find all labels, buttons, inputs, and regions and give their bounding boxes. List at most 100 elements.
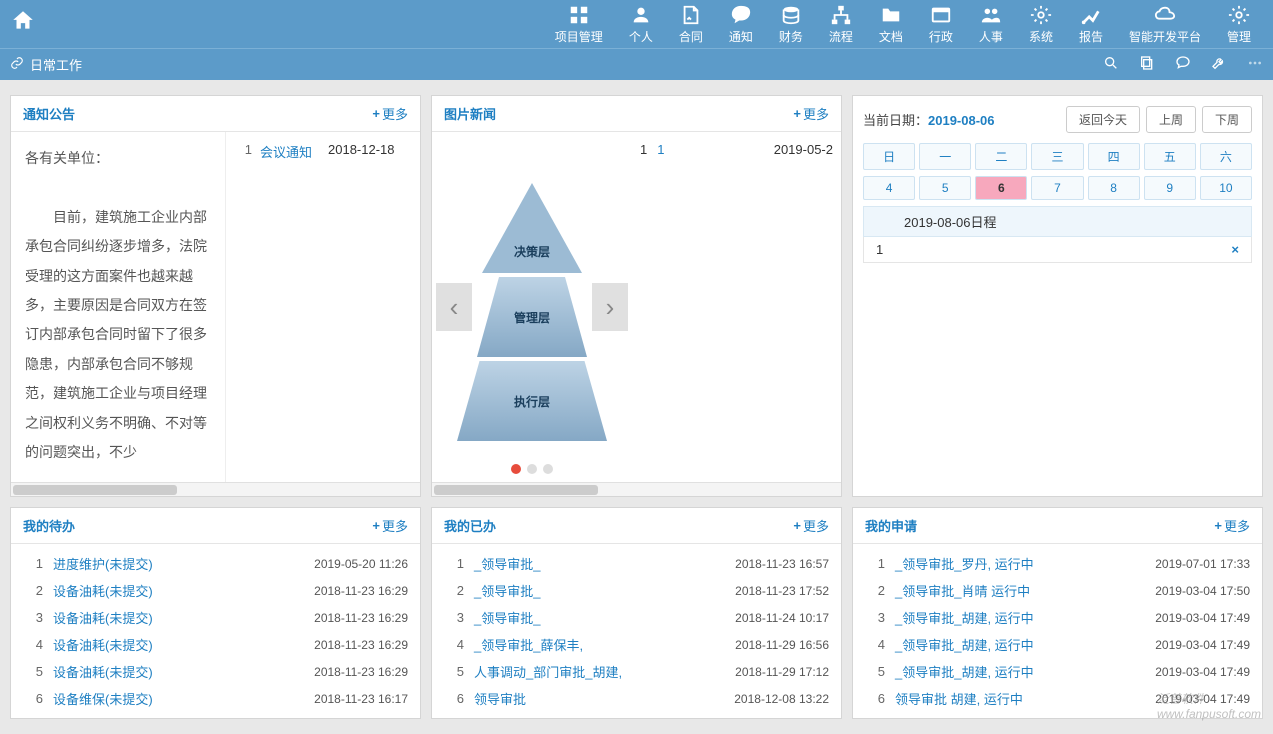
nav-report[interactable]: 报告 <box>1067 2 1115 47</box>
nav-process[interactable]: 流程 <box>817 2 865 47</box>
weekday-row: 日一二三四五六 <box>863 143 1252 170</box>
list-item[interactable]: 3_领导审批_胡建, 运行中2019-03-04 17:49 <box>865 604 1250 631</box>
panel-todo-title: 我的待办 <box>23 516 75 535</box>
done-list: 1_领导审批_2018-11-23 16:572_领导审批_2018-11-23… <box>432 544 841 718</box>
weekday-cell[interactable]: 日 <box>863 143 915 170</box>
panel-notice-title: 通知公告 <box>23 104 75 123</box>
daynum-cell[interactable]: 7 <box>1031 176 1083 200</box>
content-grid: 通知公告 更多 各有关单位： 目前，建筑施工企业内部承包合同纠纷逐步增多，法院受… <box>0 80 1273 734</box>
list-item[interactable]: 5_领导审批_胡建, 运行中2019-03-04 17:49 <box>865 658 1250 685</box>
weekday-cell[interactable]: 四 <box>1088 143 1140 170</box>
list-item[interactable]: 2_领导审批_2018-11-23 17:52 <box>444 577 829 604</box>
notice-content: 各有关单位： 目前，建筑施工企业内部承包合同纠纷逐步增多，法院受理的这方面案件也… <box>11 132 225 482</box>
link-icon <box>10 56 24 73</box>
panel-apply: 我的申请 更多 1_领导审批_罗丹, 运行中2019-07-01 17:332_… <box>852 507 1263 719</box>
top-nav: 项目管理 个人 合同 通知 财务 流程 文档 行政 人事 系统 报告 智能开发平… <box>543 2 1263 47</box>
panel-notice-more[interactable]: 更多 <box>372 104 408 123</box>
news-scrollbar[interactable] <box>432 482 841 496</box>
nav-document[interactable]: 文档 <box>867 2 915 47</box>
list-item[interactable]: 6设备维保(未提交)2018-11-23 16:17 <box>23 685 408 712</box>
btn-prev-week[interactable]: 上周 <box>1146 106 1196 133</box>
carousel-dot[interactable] <box>511 464 521 474</box>
panel-todo-more[interactable]: 更多 <box>372 516 408 535</box>
list-item[interactable]: 4_领导审批_薛保丰,2018-11-29 16:56 <box>444 631 829 658</box>
current-date: 当前日期：2019-08-06 <box>863 110 995 129</box>
sub-header: 日常工作 <box>0 48 1273 80</box>
list-item[interactable]: 1_领导审批_罗丹, 运行中2019-07-01 17:33 <box>865 550 1250 577</box>
panel-news-more[interactable]: 更多 <box>793 104 829 123</box>
nav-contract[interactable]: 合同 <box>667 2 715 47</box>
panel-schedule: 当前日期：2019-08-06 返回今天 上周 下周 日一二三四五六 45678… <box>852 95 1263 497</box>
panel-news-title: 图片新闻 <box>444 104 496 123</box>
list-item[interactable]: 1进度维护(未提交)2019-05-20 11:26 <box>23 550 408 577</box>
weekday-cell[interactable]: 一 <box>919 143 971 170</box>
list-item[interactable]: 6领导审批 胡建, 运行中2019-03-04 17:49 <box>865 685 1250 712</box>
schedule-heading: 2019-08-06日程 <box>863 206 1252 237</box>
panel-done-more[interactable]: 更多 <box>793 516 829 535</box>
nav-notice[interactable]: 通知 <box>717 2 765 47</box>
more-icon[interactable] <box>1247 55 1263 74</box>
sub-title: 日常工作 <box>30 55 82 74</box>
notice-scrollbar[interactable] <box>11 482 420 496</box>
list-item[interactable]: 5设备油耗(未提交)2018-11-23 16:29 <box>23 658 408 685</box>
btn-today[interactable]: 返回今天 <box>1066 106 1140 133</box>
nav-manage[interactable]: 管理 <box>1215 2 1263 47</box>
list-item[interactable]: 4设备油耗(未提交)2018-11-23 16:29 <box>23 631 408 658</box>
carousel-prev-icon[interactable]: ‹ <box>436 283 472 331</box>
tool-icon[interactable] <box>1211 55 1227 74</box>
list-item[interactable]: 4_领导审批_胡建, 运行中2019-03-04 17:49 <box>865 631 1250 658</box>
news-carousel: ‹ 决策层 管理层 执行层 › <box>432 132 632 482</box>
daynum-cell[interactable]: 5 <box>919 176 971 200</box>
list-item[interactable]: 2_领导审批_肖晴 运行中2019-03-04 17:50 <box>865 577 1250 604</box>
list-item[interactable]: 2设备油耗(未提交)2018-11-23 16:29 <box>23 577 408 604</box>
carousel-next-icon[interactable]: › <box>592 283 628 331</box>
nav-system[interactable]: 系统 <box>1017 2 1065 47</box>
nav-devplatform[interactable]: 智能开发平台 <box>1117 2 1213 47</box>
news-row[interactable]: 1 1 2019-05-2 <box>640 140 833 159</box>
close-icon[interactable]: × <box>1231 242 1239 257</box>
weekday-cell[interactable]: 三 <box>1031 143 1083 170</box>
carousel-dot[interactable] <box>527 464 537 474</box>
search-icon[interactable] <box>1103 55 1119 74</box>
nav-project[interactable]: 项目管理 <box>543 2 615 47</box>
pyramid-image: 决策层 管理层 执行层 <box>457 183 607 441</box>
news-side-list: 1 1 2019-05-2 <box>632 132 841 482</box>
weekday-cell[interactable]: 五 <box>1144 143 1196 170</box>
daynum-cell[interactable]: 4 <box>863 176 915 200</box>
panel-apply-more[interactable]: 更多 <box>1214 516 1250 535</box>
list-item[interactable]: 6领导审批2018-12-08 13:22 <box>444 685 829 712</box>
list-item[interactable]: 1_领导审批_2018-11-23 16:57 <box>444 550 829 577</box>
panel-apply-title: 我的申请 <box>865 516 917 535</box>
daynum-row: 45678910 <box>863 176 1252 200</box>
panel-news: 图片新闻 更多 ‹ 决策层 管理层 执行层 › 1 <box>431 95 842 497</box>
list-item[interactable]: 3设备油耗(未提交)2018-11-23 16:29 <box>23 604 408 631</box>
list-item[interactable]: 5人事调动_部门审批_胡建,2018-11-29 17:12 <box>444 658 829 685</box>
copy-icon[interactable] <box>1139 55 1155 74</box>
panel-notice: 通知公告 更多 各有关单位： 目前，建筑施工企业内部承包合同纠纷逐步增多，法院受… <box>10 95 421 497</box>
weekday-cell[interactable]: 二 <box>975 143 1027 170</box>
weekday-cell[interactable]: 六 <box>1200 143 1252 170</box>
daynum-cell[interactable]: 6 <box>975 176 1027 200</box>
nav-hr[interactable]: 人事 <box>967 2 1015 47</box>
nav-admin[interactable]: 行政 <box>917 2 965 47</box>
home-icon[interactable] <box>10 8 36 41</box>
panel-todo: 我的待办 更多 1进度维护(未提交)2019-05-20 11:262设备油耗(… <box>10 507 421 719</box>
chat-icon[interactable] <box>1175 55 1191 74</box>
carousel-dot[interactable] <box>543 464 553 474</box>
main-header: 项目管理 个人 合同 通知 财务 流程 文档 行政 人事 系统 报告 智能开发平… <box>0 0 1273 48</box>
list-item[interactable]: 3_领导审批_2018-11-24 10:17 <box>444 604 829 631</box>
notice-side-list: 1 会议通知 2018-12-18 <box>225 132 420 482</box>
daynum-cell[interactable]: 9 <box>1144 176 1196 200</box>
panel-done: 我的已办 更多 1_领导审批_2018-11-23 16:572_领导审批_20… <box>431 507 842 719</box>
nav-personal[interactable]: 个人 <box>617 2 665 47</box>
panel-done-title: 我的已办 <box>444 516 496 535</box>
btn-next-week[interactable]: 下周 <box>1202 106 1252 133</box>
carousel-dots <box>511 464 553 474</box>
nav-finance[interactable]: 财务 <box>767 2 815 47</box>
notice-row[interactable]: 1 会议通知 2018-12-18 <box>234 140 412 163</box>
schedule-row[interactable]: 1 × <box>863 237 1252 263</box>
todo-list: 1进度维护(未提交)2019-05-20 11:262设备油耗(未提交)2018… <box>11 544 420 718</box>
apply-list: 1_领导审批_罗丹, 运行中2019-07-01 17:332_领导审批_肖晴 … <box>853 544 1262 718</box>
daynum-cell[interactable]: 10 <box>1200 176 1252 200</box>
daynum-cell[interactable]: 8 <box>1088 176 1140 200</box>
